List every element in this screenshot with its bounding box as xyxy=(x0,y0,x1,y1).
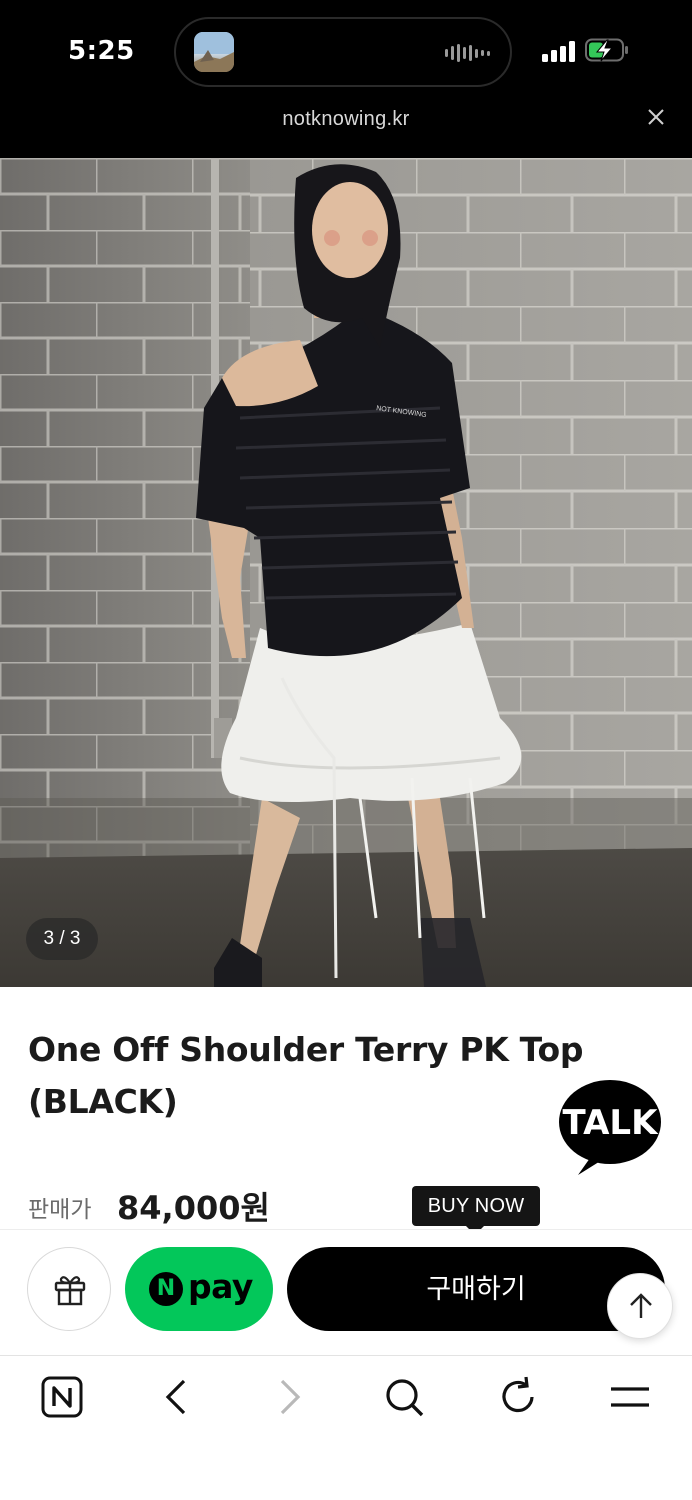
arrow-up-icon xyxy=(630,1293,652,1318)
browser-toolbar xyxy=(0,1355,692,1500)
naver-pay-button[interactable]: N pay xyxy=(125,1247,273,1331)
buy-now-tooltip: BUY NOW xyxy=(412,1186,540,1226)
image-counter: 3 / 3 xyxy=(26,918,98,960)
gift-icon xyxy=(54,1276,86,1306)
naver-pay-logo: N xyxy=(149,1272,183,1306)
search-icon[interactable] xyxy=(382,1375,426,1419)
product-price: 84,000원 xyxy=(117,1189,270,1227)
back-icon[interactable] xyxy=(154,1375,198,1419)
forward-icon[interactable] xyxy=(268,1375,312,1419)
product-title: One Off Shoulder Terry PK Top (BLACK) xyxy=(28,1030,584,1121)
gift-button[interactable] xyxy=(27,1247,111,1331)
url-text[interactable]: notknowing.kr xyxy=(0,108,692,131)
refresh-icon[interactable] xyxy=(496,1375,540,1419)
dynamic-island[interactable] xyxy=(174,17,512,87)
now-playing-artwork xyxy=(194,32,234,72)
naver-home-icon[interactable] xyxy=(40,1375,84,1419)
scroll-to-top-button[interactable] xyxy=(607,1273,673,1339)
kakao-talk-button[interactable]: TALK xyxy=(556,1078,666,1178)
naver-pay-label: pay xyxy=(188,1267,253,1306)
talk-label: TALK xyxy=(563,1103,660,1143)
address-bar[interactable]: notknowing.kr xyxy=(0,100,692,158)
buy-button[interactable]: 구매하기 xyxy=(287,1247,665,1331)
signal-icon xyxy=(542,40,575,62)
price-label: 판매가 xyxy=(28,1196,92,1222)
battery-charging-icon xyxy=(585,38,628,62)
close-icon[interactable] xyxy=(645,106,667,128)
status-bar: 5:25 xyxy=(0,0,692,100)
audio-wave-icon xyxy=(445,43,490,63)
menu-icon[interactable] xyxy=(608,1375,652,1419)
status-time: 5:25 xyxy=(68,36,135,66)
product-image[interactable]: NOT KNOWING xyxy=(0,158,692,987)
